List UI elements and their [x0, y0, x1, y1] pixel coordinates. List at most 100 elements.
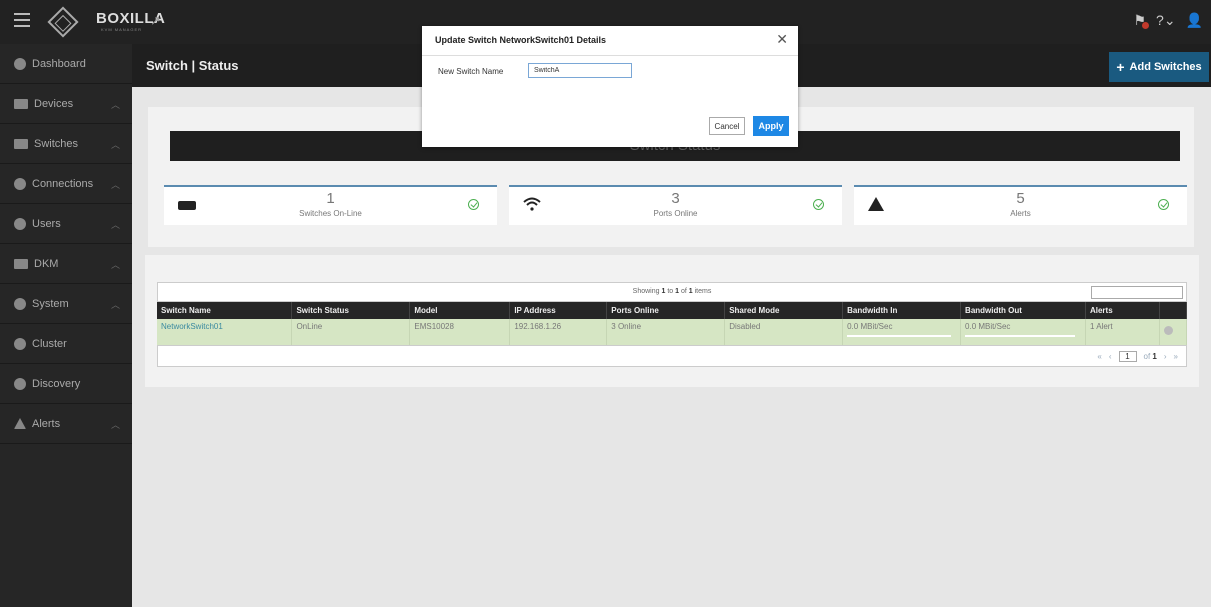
- table-row[interactable]: NetworkSwitch01 OnLine EMS10028 192.168.…: [157, 319, 1188, 345]
- card-alerts: 5 Alerts: [854, 185, 1187, 225]
- bandwidth-in-bar: [847, 335, 951, 337]
- wifi-icon: [14, 177, 26, 190]
- chevron-up-icon: ︿: [110, 260, 120, 270]
- external-link-icon[interactable]: ↗: [150, 13, 161, 29]
- sidebar-item-label: Alerts: [32, 417, 61, 430]
- switch-table: Showing 1 to 1 of 1 items Switch Name Sw…: [157, 282, 1188, 367]
- add-switches-label: Add Switches: [1129, 61, 1202, 73]
- chevron-up-icon: ︿: [110, 180, 120, 190]
- column-header[interactable]: IP Address: [509, 302, 608, 319]
- table-search-input[interactable]: [1091, 286, 1183, 299]
- cell-status: OnLine: [291, 319, 411, 345]
- users-icon: [14, 217, 26, 230]
- column-header[interactable]: Switch Status: [291, 302, 411, 319]
- sidebar-item-discovery[interactable]: Discovery: [0, 364, 132, 404]
- card-label: Switches On-Line: [299, 209, 362, 218]
- card-switches-online: 1 Switches On-Line: [164, 185, 497, 225]
- column-header[interactable]: Bandwidth Out: [960, 302, 1086, 319]
- sidebar-item-dashboard[interactable]: Dashboard: [0, 44, 132, 84]
- top-right-actions: ⚑ ?⌄ 👤: [1133, 12, 1203, 29]
- apply-button[interactable]: Apply: [753, 116, 789, 136]
- info-suffix: items: [692, 288, 712, 295]
- sidebar-item-switches[interactable]: Switches ︿: [0, 124, 132, 164]
- card-value: 5: [1016, 190, 1025, 207]
- first-page-icon[interactable]: «: [1097, 352, 1101, 361]
- page-title: Switch | Status: [146, 58, 239, 73]
- prev-page-icon[interactable]: ‹: [1109, 352, 1112, 361]
- column-header[interactable]: Shared Mode: [724, 302, 844, 319]
- table-info: Showing 1 to 1 of 1 items: [157, 282, 1187, 302]
- sidebar-item-label: Cluster: [32, 337, 67, 350]
- info-mid: to: [665, 288, 676, 295]
- modal-header: Update Switch NetworkSwitch01 Details ✕: [422, 26, 798, 56]
- switch-table-panel: Showing 1 to 1 of 1 items Switch Name Sw…: [145, 255, 1199, 387]
- info-prefix: Showing: [632, 288, 662, 295]
- switch-icon: [14, 138, 28, 149]
- pagination: « ‹ 1 of 1 › »: [1097, 351, 1178, 362]
- card-label: Ports Online: [653, 209, 698, 218]
- device-icon: [14, 98, 28, 109]
- switch-name-link[interactable]: NetworkSwitch01: [157, 319, 293, 345]
- brand-subtitle: KVM MANAGER: [101, 27, 143, 32]
- modal-title: Update Switch NetworkSwitch01 Details: [435, 35, 607, 45]
- discovery-icon: [14, 377, 26, 390]
- column-header[interactable]: Bandwidth In: [842, 302, 962, 319]
- page-number-input[interactable]: 1: [1118, 351, 1137, 362]
- gear-icon: [14, 297, 26, 310]
- alert-icon: [14, 418, 26, 429]
- sidebar-item-connections[interactable]: Connections ︿: [0, 164, 132, 204]
- sidebar-item-system[interactable]: System ︿: [0, 284, 132, 324]
- row-menu-icon[interactable]: [1163, 326, 1173, 335]
- bandwidth-out-value: 0.0 MBit/Sec: [965, 322, 1011, 331]
- sidebar-item-users[interactable]: Users ︿: [0, 204, 132, 244]
- sidebar-item-cluster[interactable]: Cluster: [0, 324, 132, 364]
- cell-shared: Disabled: [724, 319, 844, 345]
- update-switch-modal: Update Switch NetworkSwitch01 Details ✕ …: [422, 26, 798, 147]
- sidebar-item-dkm[interactable]: DKM ︿: [0, 244, 132, 284]
- chevron-up-icon: ︿: [110, 220, 120, 230]
- help-icon[interactable]: ?⌄: [1156, 12, 1176, 29]
- cell-bandwidth-in: 0.0 MBit/Sec: [842, 319, 962, 345]
- last-page-icon[interactable]: »: [1174, 352, 1178, 361]
- column-header[interactable]: Alerts: [1085, 302, 1160, 319]
- info-of: of: [679, 288, 689, 295]
- pager-of-text: of: [1143, 352, 1151, 361]
- column-header[interactable]: Ports Online: [606, 302, 726, 319]
- cluster-icon: [14, 337, 26, 350]
- sidebar-item-label: Dashboard: [32, 57, 86, 70]
- user-icon[interactable]: 👤: [1186, 12, 1203, 29]
- menu-icon[interactable]: [14, 13, 30, 31]
- next-page-icon[interactable]: ›: [1164, 352, 1167, 361]
- column-header[interactable]: Switch Name: [157, 302, 293, 319]
- close-icon[interactable]: ✕: [776, 31, 788, 48]
- sidebar-item-label: Discovery: [32, 377, 81, 390]
- switch-name-label: New Switch Name: [438, 67, 504, 76]
- cancel-button[interactable]: Cancel: [709, 117, 745, 135]
- sidebar-item-label: Connections: [32, 177, 94, 190]
- chevron-up-icon: ︿: [110, 100, 120, 110]
- sidebar-item-devices[interactable]: Devices ︿: [0, 84, 132, 124]
- sidebar-item-label: Users: [32, 217, 61, 230]
- sidebar: Dashboard Devices ︿ Switches ︿ Connectio…: [0, 44, 132, 607]
- chevron-up-icon: ︿: [110, 300, 120, 310]
- pager-total: 1: [1152, 352, 1157, 361]
- table-header-row: Switch Name Switch Status Model IP Addre…: [157, 302, 1188, 319]
- pager-of-label: of 1: [1144, 352, 1157, 361]
- card-ports-online: 3 Ports Online: [509, 185, 842, 225]
- card-label: Alerts: [1010, 209, 1031, 218]
- add-switches-button[interactable]: + Add Switches: [1109, 52, 1209, 82]
- sidebar-item-label: DKM: [34, 257, 59, 270]
- column-header[interactable]: Model: [409, 302, 511, 319]
- sidebar-item-alerts[interactable]: Alerts ︿: [0, 404, 132, 444]
- cell-bandwidth-out: 0.0 MBit/Sec: [960, 319, 1086, 345]
- bandwidth-out-bar: [965, 335, 1076, 337]
- card-value: 3: [671, 190, 680, 207]
- bandwidth-in-value: 0.0 MBit/Sec: [847, 322, 893, 331]
- switch-name-input[interactable]: [528, 63, 632, 78]
- card-value: 1: [326, 190, 335, 207]
- notification-flag-icon[interactable]: ⚑: [1133, 12, 1149, 29]
- sidebar-item-label: System: [32, 297, 69, 310]
- sidebar-item-label: Devices: [34, 97, 74, 110]
- dashboard-icon: [14, 57, 26, 70]
- check-circle-icon: [1158, 199, 1169, 210]
